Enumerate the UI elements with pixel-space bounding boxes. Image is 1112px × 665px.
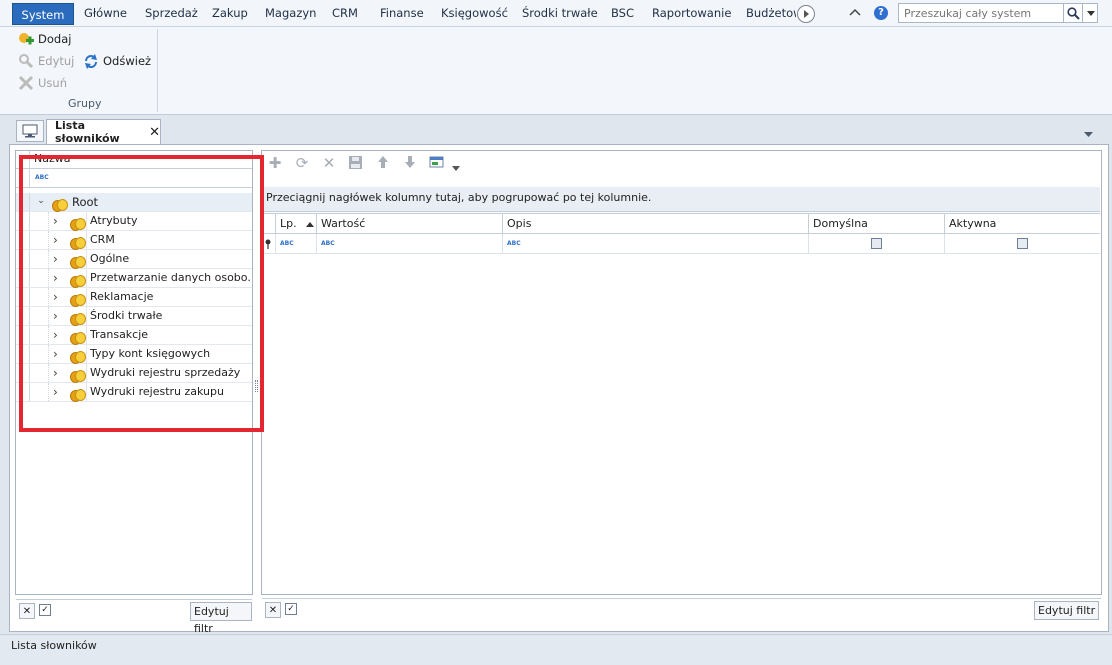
- edit-button[interactable]: Edytuj: [18, 52, 74, 70]
- search-dropdown-button[interactable]: [1082, 4, 1098, 22]
- column-header-domyslna[interactable]: Domyślna: [809, 214, 945, 233]
- play-icon: [804, 10, 809, 18]
- ribbon: Dodaj Edytuj Odśwież Usuń Grupy: [0, 27, 1112, 115]
- menu-system[interactable]: System: [12, 3, 74, 25]
- filter-enabled-checkbox[interactable]: ✓: [39, 604, 51, 616]
- tab-home-button[interactable]: [16, 120, 44, 142]
- menu-raportowanie[interactable]: Raportowanie: [652, 5, 731, 22]
- clear-filter-button[interactable]: ✕: [265, 602, 281, 618]
- menu-srodki-trwale[interactable]: Środki trwałe: [522, 5, 598, 22]
- tab-list-dropdown-icon[interactable]: [1084, 127, 1093, 140]
- menu-scroll-right-button[interactable]: [797, 5, 815, 23]
- tab-lista-slownikow[interactable]: Lista słowników ✕: [46, 119, 161, 145]
- filter-row-indicator: [262, 234, 276, 253]
- export-icon[interactable]: [429, 155, 445, 171]
- tab-title: Lista słowników: [55, 119, 120, 145]
- chevron-down-icon: [1086, 10, 1095, 16]
- menu-sprzedaz[interactable]: Sprzedaż: [145, 5, 198, 22]
- delete-icon[interactable]: ✕: [321, 155, 337, 171]
- highlight-box: [19, 155, 264, 432]
- refresh-label: Odśwież: [103, 54, 152, 68]
- export-dropdown-icon[interactable]: [452, 161, 460, 174]
- menu-zakup[interactable]: Zakup: [212, 5, 248, 22]
- collapse-ribbon-icon[interactable]: [849, 7, 861, 20]
- edit-label: Edytuj: [38, 54, 75, 68]
- refresh-icon[interactable]: ⟳: [294, 155, 310, 171]
- global-search: [898, 3, 1098, 23]
- abc-filter-icon: ABC: [321, 239, 335, 247]
- delete-label: Usuń: [38, 76, 67, 90]
- move-down-icon[interactable]: [402, 155, 418, 171]
- edit-filter-button[interactable]: Edytuj filtr: [1034, 601, 1100, 620]
- move-up-icon[interactable]: [375, 155, 391, 171]
- filter-cell-domyslna[interactable]: [809, 234, 945, 253]
- menu-budzetowanie[interactable]: Budżetow: [746, 5, 796, 22]
- tree-filter-bar: ✕ ✓ Edytuj filtr: [16, 599, 252, 635]
- abc-filter-icon: ABC: [507, 239, 521, 247]
- close-icon: ✕: [22, 605, 32, 617]
- abc-filter-icon: ABC: [280, 239, 294, 247]
- menu-magazyn[interactable]: Magazyn: [265, 5, 316, 22]
- filter-cell-opis[interactable]: ABC: [503, 234, 809, 253]
- filter-cell-lp[interactable]: ABC: [276, 234, 317, 253]
- refresh-icon: [83, 53, 99, 69]
- filter-cell-wartosc[interactable]: ABC: [317, 234, 503, 253]
- clear-filter-button[interactable]: ✕: [19, 603, 35, 619]
- grid-row-indicator-header: [262, 214, 276, 233]
- pin-icon: [265, 239, 271, 249]
- column-header-opis[interactable]: Opis: [503, 214, 809, 233]
- column-header-lp[interactable]: Lp.: [276, 214, 317, 233]
- refresh-button[interactable]: Odśwież: [83, 52, 151, 70]
- sort-ascending-icon: [306, 222, 315, 227]
- menu-glowne[interactable]: Główne: [84, 5, 127, 22]
- filter-checkbox-aktywna[interactable]: [1017, 238, 1028, 249]
- search-icon: [1066, 6, 1080, 20]
- close-icon[interactable]: ✕: [149, 125, 160, 140]
- add-icon[interactable]: ✚: [267, 155, 283, 171]
- search-button[interactable]: [1063, 4, 1082, 22]
- tab-strip: [0, 116, 1112, 144]
- filter-enabled-checkbox[interactable]: ✓: [285, 603, 297, 615]
- menu-finanse[interactable]: Finanse: [380, 5, 424, 22]
- save-icon[interactable]: [347, 155, 363, 171]
- menu-bar: System Główne Sprzedaż Zakup Magazyn CRM…: [0, 0, 1112, 27]
- filter-checkbox-domyslna[interactable]: [871, 238, 882, 249]
- menu-ksiegowosc[interactable]: Księgowość: [441, 5, 508, 22]
- column-header-label: Lp.: [280, 217, 297, 230]
- column-header-aktywna[interactable]: Aktywna: [945, 214, 1100, 233]
- group-by-area[interactable]: Przeciągnij nagłówek kolumny tutaj, aby …: [262, 187, 1100, 212]
- help-icon[interactable]: ?: [874, 6, 888, 20]
- delete-icon: [18, 75, 34, 91]
- ribbon-group-separator: [157, 29, 158, 112]
- menu-bsc[interactable]: BSC: [611, 5, 634, 22]
- column-header-wartosc[interactable]: Wartość: [317, 214, 503, 233]
- add-icon: [18, 31, 34, 47]
- edit-icon: [18, 53, 34, 69]
- add-button[interactable]: Dodaj: [18, 30, 71, 48]
- ribbon-group-label: Grupy: [68, 97, 102, 110]
- menu-crm[interactable]: CRM: [332, 5, 358, 22]
- monitor-icon: [22, 124, 38, 138]
- global-search-input[interactable]: [899, 4, 1062, 22]
- grid-filter-bar: ✕ ✓ Edytuj filtr: [262, 598, 1101, 621]
- edit-filter-button[interactable]: Edytuj filtr: [190, 602, 252, 635]
- filter-cell-aktywna[interactable]: [945, 234, 1100, 253]
- status-bar: Lista słowników: [0, 634, 1112, 665]
- close-icon: ✕: [268, 604, 278, 616]
- delete-button[interactable]: Usuń: [18, 74, 67, 92]
- add-label: Dodaj: [38, 32, 72, 46]
